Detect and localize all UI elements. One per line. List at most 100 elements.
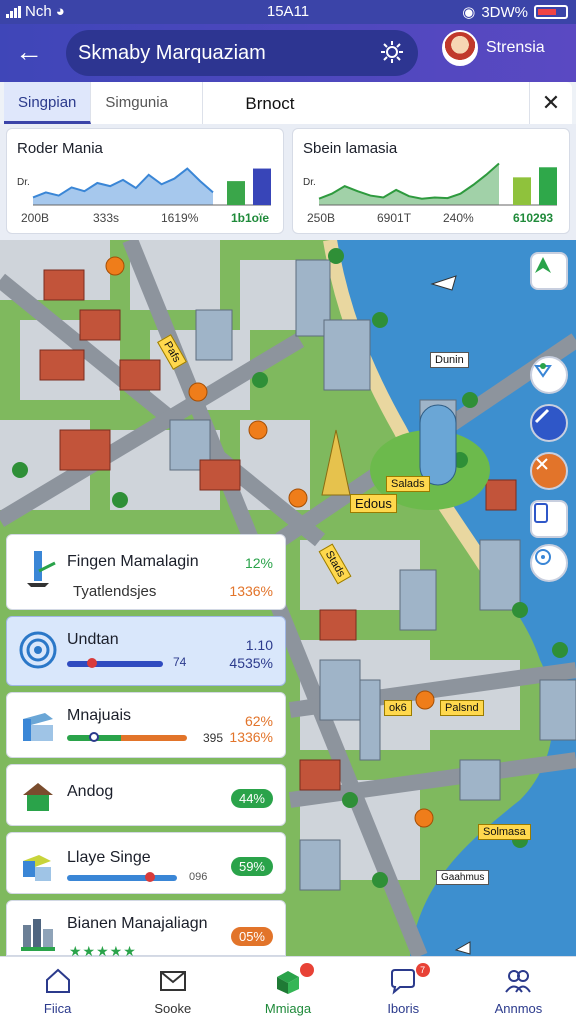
item-percent-badge: 44%: [230, 789, 273, 808]
directions-button[interactable]: [530, 252, 568, 290]
list-item[interactable]: Mnajuais 62% 1336% 395: [6, 692, 286, 758]
cube-icon: [277, 971, 299, 994]
chart-title: Roder Mania: [17, 140, 103, 157]
slider-label: 395: [203, 731, 224, 745]
nav-label: Iboris: [387, 1001, 420, 1016]
building-list: Fingen Mamalagin Tyatlendsjes 12% 1336% …: [0, 530, 292, 959]
compass-icon: [534, 363, 552, 378]
battery-icon: [534, 5, 568, 19]
map-label: Gaahmus: [436, 870, 490, 885]
tick-label: 333s: [93, 211, 120, 225]
map-label: Salads: [386, 476, 430, 492]
navigate-icon: [535, 257, 551, 273]
nav-label: Annmos: [494, 1001, 543, 1016]
chart-card-sbein-lamasia[interactable]: Sbein lamasia Dr. 250B 6901T 240% 610293: [292, 128, 570, 234]
tick-label: 1b1oïe: [231, 211, 270, 225]
home-icon: [45, 968, 70, 993]
area-chart: Dr.: [303, 162, 557, 206]
nav-iboris[interactable]: 7 Iboris: [346, 957, 461, 1024]
progress-slider[interactable]: [67, 732, 187, 742]
tools-button[interactable]: [530, 452, 568, 490]
avatar[interactable]: [442, 30, 478, 66]
tools-icon: [536, 458, 548, 470]
list-item-selected[interactable]: Undtan 1.10 4535% 74: [6, 616, 286, 686]
item-name: Undtan: [67, 631, 119, 648]
list-item[interactable]: Bianen Manajaliagn ★★★★★ 05%: [6, 900, 286, 959]
item-name: Mnajuais: [67, 707, 132, 724]
bar: [253, 168, 271, 205]
pencil-icon: [534, 408, 550, 424]
tab-brnoct[interactable]: Brnoct: [203, 82, 530, 124]
item-value: 1336%: [229, 729, 273, 745]
tab-bar: Singpian Simgunia Brnoct ✕: [4, 82, 572, 124]
bar: [513, 177, 531, 205]
recenter-button[interactable]: [530, 544, 568, 582]
progress-slider[interactable]: [67, 658, 163, 668]
slider-label: 74: [173, 655, 187, 669]
profile[interactable]: Strensia: [442, 30, 545, 66]
settings-gear-icon[interactable]: [380, 40, 404, 64]
slider-label: 096: [189, 871, 208, 883]
y-axis-label: Dr.: [17, 177, 30, 188]
nav-annmos[interactable]: Annmos: [461, 957, 576, 1024]
phone-icon: [534, 503, 548, 523]
city-icon: [21, 919, 55, 951]
tick-label: 610293: [513, 211, 554, 225]
list-item[interactable]: Andog 44%: [6, 764, 286, 826]
list-item[interactable]: Llaye Singe 096 59%: [6, 832, 286, 894]
map-label: Palsnd: [440, 700, 484, 716]
area-fill: [319, 163, 499, 205]
item-value: 62%: [244, 713, 273, 729]
item-subtitle: Tyatlendsjes: [73, 583, 157, 600]
house-icon: [23, 783, 53, 811]
layers-button[interactable]: [530, 356, 568, 394]
chart-card-roder-mania[interactable]: Roder Mania Dr. 200B 333s 1619% 1b1oïe: [6, 128, 284, 234]
map-label: Dunin: [430, 352, 469, 368]
tower-icon: [27, 551, 56, 587]
tab-simgunia[interactable]: Simgunia: [91, 82, 204, 124]
map-label: ok6: [384, 700, 412, 716]
area-chart: Dr.: [17, 167, 271, 206]
y-axis-label: Dr.: [303, 177, 316, 188]
notification-badge: 7: [415, 963, 430, 977]
page-title: Skmaby Marquaziam: [78, 42, 266, 64]
item-value: 4535%: [229, 655, 273, 671]
item-name: Fingen Mamalagin: [67, 553, 199, 570]
item-value: 12%: [244, 555, 273, 571]
bar: [539, 167, 557, 205]
progress-slider[interactable]: [67, 872, 177, 882]
edit-route-button[interactable]: [530, 404, 568, 442]
chat-icon: [391, 969, 416, 995]
title-bar[interactable]: Skmaby Marquaziam: [66, 30, 418, 76]
close-button[interactable]: ✕: [530, 82, 572, 124]
building-icon: [23, 713, 53, 741]
mail-icon: [159, 971, 186, 991]
item-name: Andog: [67, 783, 114, 800]
status-bar: Nch ◕ 15A11 ◉ 3DW%: [0, 0, 576, 24]
target-icon: [535, 549, 551, 565]
people-icon: [505, 970, 532, 993]
spiral-icon: [19, 631, 57, 669]
item-value: 1.10: [245, 637, 273, 653]
tick-label: 240%: [443, 211, 474, 225]
nav-sooke[interactable]: Sooke: [115, 957, 230, 1024]
item-name: Llaye Singe: [67, 849, 151, 866]
map-label: Solmasa: [478, 824, 531, 840]
tab-singpian[interactable]: Singpian: [4, 82, 92, 124]
back-button[interactable]: ←: [12, 37, 46, 71]
tick-label: 250B: [307, 211, 336, 225]
item-value: 1336%: [229, 583, 273, 599]
factory-icon: [23, 855, 51, 881]
nav-label: Mmiaga: [264, 1001, 312, 1016]
item-name: Bianen Manajaliagn: [67, 915, 208, 932]
nav-mmiaga[interactable]: Mmiaga: [230, 957, 345, 1024]
item-percent-badge: 05%: [230, 927, 273, 946]
tick-label: 1619%: [161, 211, 199, 225]
bar: [227, 181, 245, 205]
nav-fiica[interactable]: Fiica: [0, 957, 115, 1024]
notification-badge: [300, 963, 315, 977]
bottom-nav: Fiica Sooke Mmiaga 7 Iboris Annmos: [0, 956, 576, 1024]
list-item[interactable]: Fingen Mamalagin Tyatlendsjes 12% 1336%: [6, 534, 286, 610]
app-header: ← Skmaby Marquaziam Strensia: [0, 24, 576, 82]
device-button[interactable]: [530, 500, 568, 538]
